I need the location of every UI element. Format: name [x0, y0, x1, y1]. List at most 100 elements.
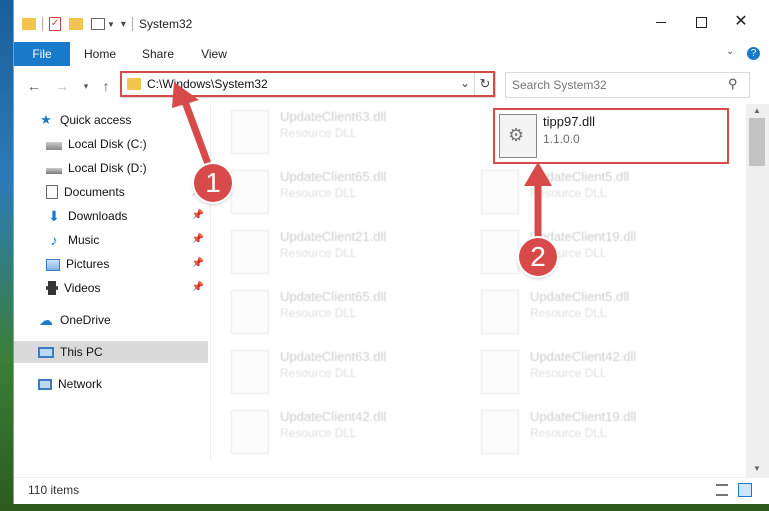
file-tile[interactable]: UpdateClient63.dll Resource DLL [211, 344, 451, 396]
sidebar-item-label: Downloads [68, 209, 128, 223]
file-description: Resource DLL [530, 186, 607, 200]
sidebar-item-quick-access[interactable]: ★ Quick access [38, 109, 208, 131]
close-button[interactable]: ✕ [726, 12, 756, 32]
file-description: Resource DLL [280, 246, 357, 260]
sidebar-item-documents[interactable]: Documents 📌 [46, 181, 208, 203]
sidebar-item-label: Music [68, 233, 100, 247]
maximize-icon [695, 17, 707, 28]
search-icon[interactable]: ⚲ [728, 76, 738, 92]
sidebar-item-label: Videos [64, 281, 101, 295]
back-button[interactable]: ← [24, 76, 44, 96]
details-view-icon[interactable] [716, 484, 728, 496]
sidebar-item-this-pc[interactable]: This PC [14, 341, 208, 363]
file-name: UpdateClient21.dll [280, 229, 387, 244]
file-name: UpdateClient65.dll [280, 289, 387, 304]
dll-file-icon [231, 110, 269, 154]
file-tile[interactable]: UpdateClient19.dll Resource DLL [461, 224, 701, 276]
tab-file[interactable]: File [14, 42, 70, 66]
search-input[interactable] [510, 75, 724, 95]
chevron-down-icon[interactable]: ▼ [107, 20, 115, 29]
minimize-button[interactable] [646, 12, 676, 32]
chevron-down-icon[interactable]: ⌄ [726, 46, 734, 57]
tab-home[interactable]: Home [78, 42, 122, 66]
explorer-window: ✓ ▼ ▾ System32 ✕ File Home Share View ⌄ … [14, 0, 769, 504]
maximize-button[interactable] [686, 12, 716, 32]
arrow-right-icon: → [55, 78, 69, 94]
vertical-scrollbar[interactable]: ▲ ▼ [746, 104, 769, 477]
file-tile[interactable]: UpdateClient65.dll Resource DLL [211, 284, 451, 336]
drive-icon [46, 142, 62, 150]
file-tile[interactable]: UpdateClient63.dll Resource DLL [211, 104, 451, 156]
tab-share[interactable]: Share [136, 42, 180, 66]
chevron-down-icon: ▾ [83, 81, 89, 91]
dll-file-icon [231, 170, 269, 214]
minimize-icon [656, 22, 666, 23]
address-highlight-box [120, 71, 495, 97]
pin-icon[interactable]: 📌 [192, 229, 204, 251]
customize-toolbar-icon[interactable]: ▾ [121, 19, 126, 30]
sidebar-item-label: Quick access [60, 113, 132, 127]
sidebar-item-local-disk-c[interactable]: Local Disk (C:) [46, 133, 208, 155]
file-tile[interactable]: UpdateClient65.dll Resource DLL [211, 164, 451, 216]
title-bar: ✓ ▼ ▾ System32 ✕ [14, 0, 769, 42]
file-tile-highlighted[interactable]: ⚙ tipp97.dll 1.1.0.0 [493, 108, 729, 164]
annotation-marker-1: 1 [194, 164, 232, 202]
navigation-pane: ★ Quick access Local Disk (C:) Local Dis… [14, 104, 211, 459]
scrollbar-thumb[interactable] [749, 118, 765, 166]
file-name: UpdateClient42.dll [530, 349, 637, 364]
tab-view[interactable]: View [194, 42, 234, 66]
divider [42, 17, 43, 31]
help-icon[interactable]: ? [747, 47, 760, 60]
file-name: tipp97.dll [543, 114, 596, 129]
dll-file-icon [231, 350, 269, 394]
sidebar-item-pictures[interactable]: Pictures 📌 [46, 253, 208, 275]
file-tile[interactable]: UpdateClient19.dll Resource DLL [461, 404, 701, 456]
cloud-icon: ☁ [39, 312, 53, 328]
up-button[interactable]: ↑ [96, 76, 116, 96]
sidebar-item-label: Pictures [66, 257, 110, 271]
file-name: UpdateClient63.dll [280, 349, 387, 364]
file-tile[interactable]: UpdateClient21.dll Resource DLL [211, 224, 451, 276]
network-icon [38, 378, 52, 390]
scroll-up-arrow-icon[interactable]: ▲ [753, 106, 761, 115]
sidebar-item-local-disk-d[interactable]: Local Disk (D:) [46, 157, 208, 179]
view-options-icon[interactable] [91, 18, 105, 30]
sidebar-item-label: Local Disk (D:) [68, 161, 147, 175]
music-icon: ♪ [50, 232, 58, 248]
sidebar-item-onedrive[interactable]: ☁ OneDrive [38, 309, 208, 331]
folder-icon [22, 18, 36, 30]
sidebar-item-label: Network [58, 377, 103, 391]
dll-file-icon: ⚙ [499, 114, 537, 158]
pin-icon[interactable]: 📌 [192, 277, 204, 299]
sidebar-item-label: OneDrive [60, 313, 111, 327]
file-tile[interactable]: UpdateClient42.dll Resource DLL [211, 404, 451, 456]
pin-icon[interactable]: 📌 [192, 205, 204, 227]
dll-file-icon [231, 230, 269, 274]
forward-button[interactable]: → [52, 76, 72, 96]
sidebar-item-label: Documents [64, 185, 125, 199]
properties-icon[interactable]: ✓ [49, 17, 61, 31]
pictures-icon [46, 259, 60, 271]
file-description: Resource DLL [530, 366, 607, 380]
search-box[interactable]: ⚲ [505, 72, 750, 98]
status-bar: 110 items [14, 477, 769, 504]
dll-file-icon [231, 290, 269, 334]
sidebar-item-videos[interactable]: Videos 📌 [46, 277, 208, 299]
new-folder-icon[interactable] [69, 18, 83, 30]
recent-locations-button[interactable]: ▾ [76, 76, 96, 96]
gear-icon: ⚙ [508, 125, 525, 145]
sidebar-item-network[interactable]: Network [38, 373, 208, 395]
file-description: Resource DLL [280, 306, 357, 320]
documents-icon [46, 185, 58, 199]
dll-file-icon [231, 410, 269, 454]
file-tile[interactable]: UpdateClient5.dll Resource DLL [461, 284, 701, 336]
large-icons-view-icon[interactable] [738, 483, 752, 497]
file-tile[interactable]: UpdateClient42.dll Resource DLL [461, 344, 701, 396]
sidebar-item-downloads[interactable]: ⬇ Downloads 📌 [46, 205, 208, 227]
sidebar-item-music[interactable]: ♪ Music 📌 [46, 229, 208, 251]
pin-icon[interactable]: 📌 [192, 253, 204, 275]
file-description: Resource DLL [280, 366, 357, 380]
file-tile[interactable]: UpdateClient5.dll Resource DLL [461, 164, 701, 216]
arrow-left-icon: ← [27, 78, 41, 94]
scroll-down-arrow-icon[interactable]: ▼ [753, 464, 761, 473]
